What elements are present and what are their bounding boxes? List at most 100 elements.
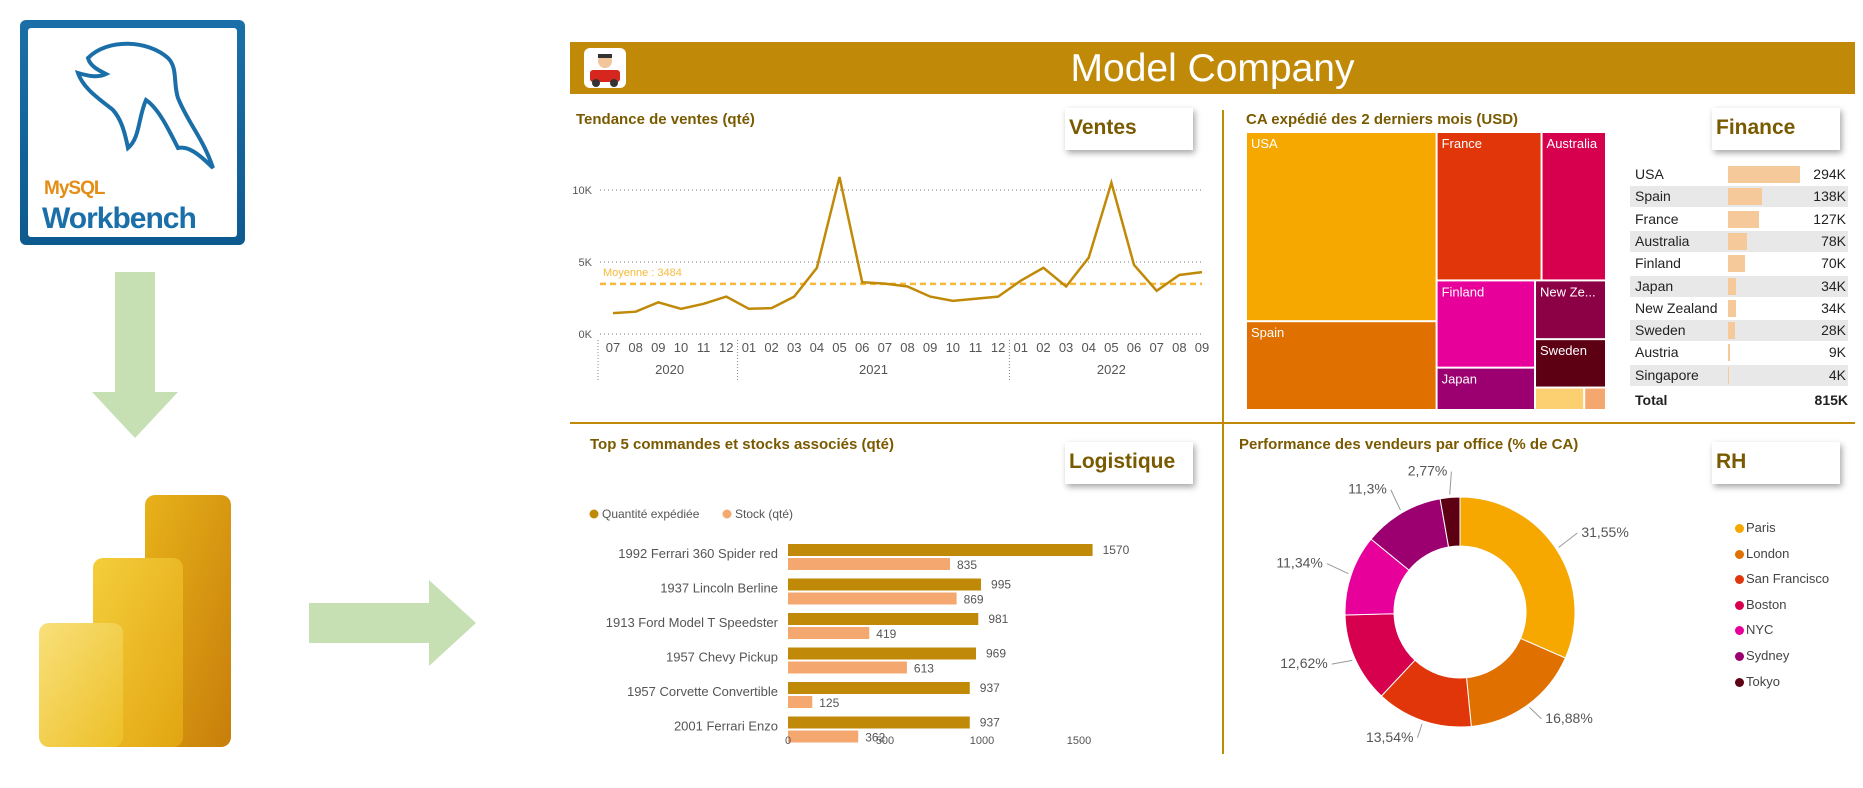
x-tick-label: 08 [900,340,914,355]
table-country: Australia [1635,232,1690,249]
legend-marker [1735,677,1744,687]
stock-value-label: 869 [964,593,984,607]
table-row: Sweden 28K [1630,320,1848,342]
x-tick-label: 12 [991,340,1005,355]
table-value-bar [1728,210,1760,228]
treemap-label: France [1442,136,1482,151]
x-tick-label: 07 [878,340,892,355]
office-performance-donut: 31,55% 16,88% 13,54% 12,62% 11,34% 11,3% 2,77% [1276,463,1628,745]
shipped-value-label: 937 [980,716,1000,730]
legend-label: Boston [1746,596,1787,612]
x-tick-label: 08 [1172,340,1186,355]
legend-item: London [1735,546,1789,561]
stock-value-label: 419 [876,627,896,641]
x-tick-label: 11 [697,340,711,355]
label-leader [1449,471,1452,495]
arrow-down-icon [92,272,178,438]
treemap-label: Finland [1442,284,1485,299]
x-tick-label: 07 [1149,340,1163,355]
legend-label: San Francisco [1746,571,1830,587]
x-tick-label: 12 [719,340,733,355]
x-tick-label: 10 [674,340,688,355]
legend-label: Stock (qté) [735,507,793,521]
label-leader [1558,532,1578,548]
legend-item: San Francisco [1735,571,1829,586]
x-tick-label: 08 [628,340,642,355]
year-label: 2021 [859,362,888,377]
x-tick-label: 02 [1036,340,1050,355]
legend-marker [1735,524,1744,534]
stock-bar [788,696,813,708]
stock-value-label: 835 [957,558,977,572]
table-value-bar [1728,322,1735,340]
x-tick-label: 05 [1104,340,1118,355]
legend-item: Sydney [1735,648,1789,663]
rh-badge: RH [1712,442,1840,484]
sales-series-line [612,176,1203,315]
table-row: Spain 138K [1630,186,1848,208]
table-value: 4K [1828,366,1846,383]
table-value: 70K [1821,255,1846,272]
x-tick-label: 05 [832,340,846,355]
table-value-bar [1728,366,1729,384]
donut-slice [1459,496,1576,659]
treemap-cell [1247,133,1436,321]
legend-item: Paris [1735,520,1776,535]
y-tick-label: 5K [579,257,593,269]
table-value: 127K [1813,210,1846,227]
shipped-bar [788,682,970,694]
year-label: 2022 [1097,362,1126,377]
treemap-label: Spain [1251,325,1284,340]
x-tick-label: 01 [1014,340,1028,355]
table-row: France 127K [1630,209,1848,230]
legend-label: NYC [1746,622,1774,638]
table-value-bar [1728,277,1737,295]
label-leader [1529,707,1542,720]
bar-category-label: 1957 Chevy Pickup [666,650,778,665]
mysql-workbench-logo: MySQL Workbench [20,20,245,245]
powerbi-dashboard: Model Company Tendance de ventes (qté) V… [570,42,1855,757]
stock-value-label: 125 [819,696,839,710]
legend-marker [1735,626,1744,636]
mysql-logo-panel: MySQL Workbench [28,28,237,237]
shipped-value-label: 981 [988,612,1008,626]
average-label: Moyenne : 3484 [603,267,682,279]
stock-bar [788,627,870,639]
shipped-bar [788,716,970,729]
y-tick-label: 10K [572,185,592,197]
label-leader [1416,723,1423,738]
table-row: New Zealand 34K [1630,298,1848,319]
stock-value-label: 613 [914,662,934,676]
table-row: Japan 34K [1630,275,1848,297]
legend-label: Sydney [1746,648,1790,663]
dashboard-title: Model Company [1070,47,1355,90]
legend-item: Tokyo [1735,674,1780,689]
donut-value-label: 31,55% [1581,524,1628,540]
powerbi-icon [39,495,231,747]
table-value-bar [1728,299,1737,317]
table-value: 78K [1821,232,1846,249]
table-row: Finland 70K [1630,253,1848,274]
ventes-chart-title: Tendance de ventes (qté) [576,111,755,128]
table-country: Sweden [1635,322,1686,339]
x-tick-label: 09 [651,340,665,355]
table-row: Singapore 4K [1630,364,1848,386]
treemap-cell [1542,133,1605,280]
x-tick-label: 06 [1127,340,1141,355]
treemap-label: Australia [1547,136,1598,151]
bar-category-label: 2001 Ferrari Enzo [674,719,778,734]
shipped-bar [788,544,1093,556]
label-leader [1331,659,1353,665]
dashboard-header: Model Company [570,42,1855,94]
x-tick-label: 06 [855,340,869,355]
dolphin-icon [74,41,215,170]
x-tick-label: 11 [969,340,983,355]
legend-label: Quantité expédiée [602,507,700,521]
donut-legend: Paris London San Francisco Boston NYC Sydney T… [1735,520,1855,700]
vertical-divider [1222,110,1224,754]
donut-value-label: 2,77% [1408,463,1448,479]
table-country: New Zealand [1635,299,1718,316]
table-value-bar [1728,166,1800,183]
table-country: Spain [1635,188,1671,205]
workbench-label: Workbench [42,202,197,235]
